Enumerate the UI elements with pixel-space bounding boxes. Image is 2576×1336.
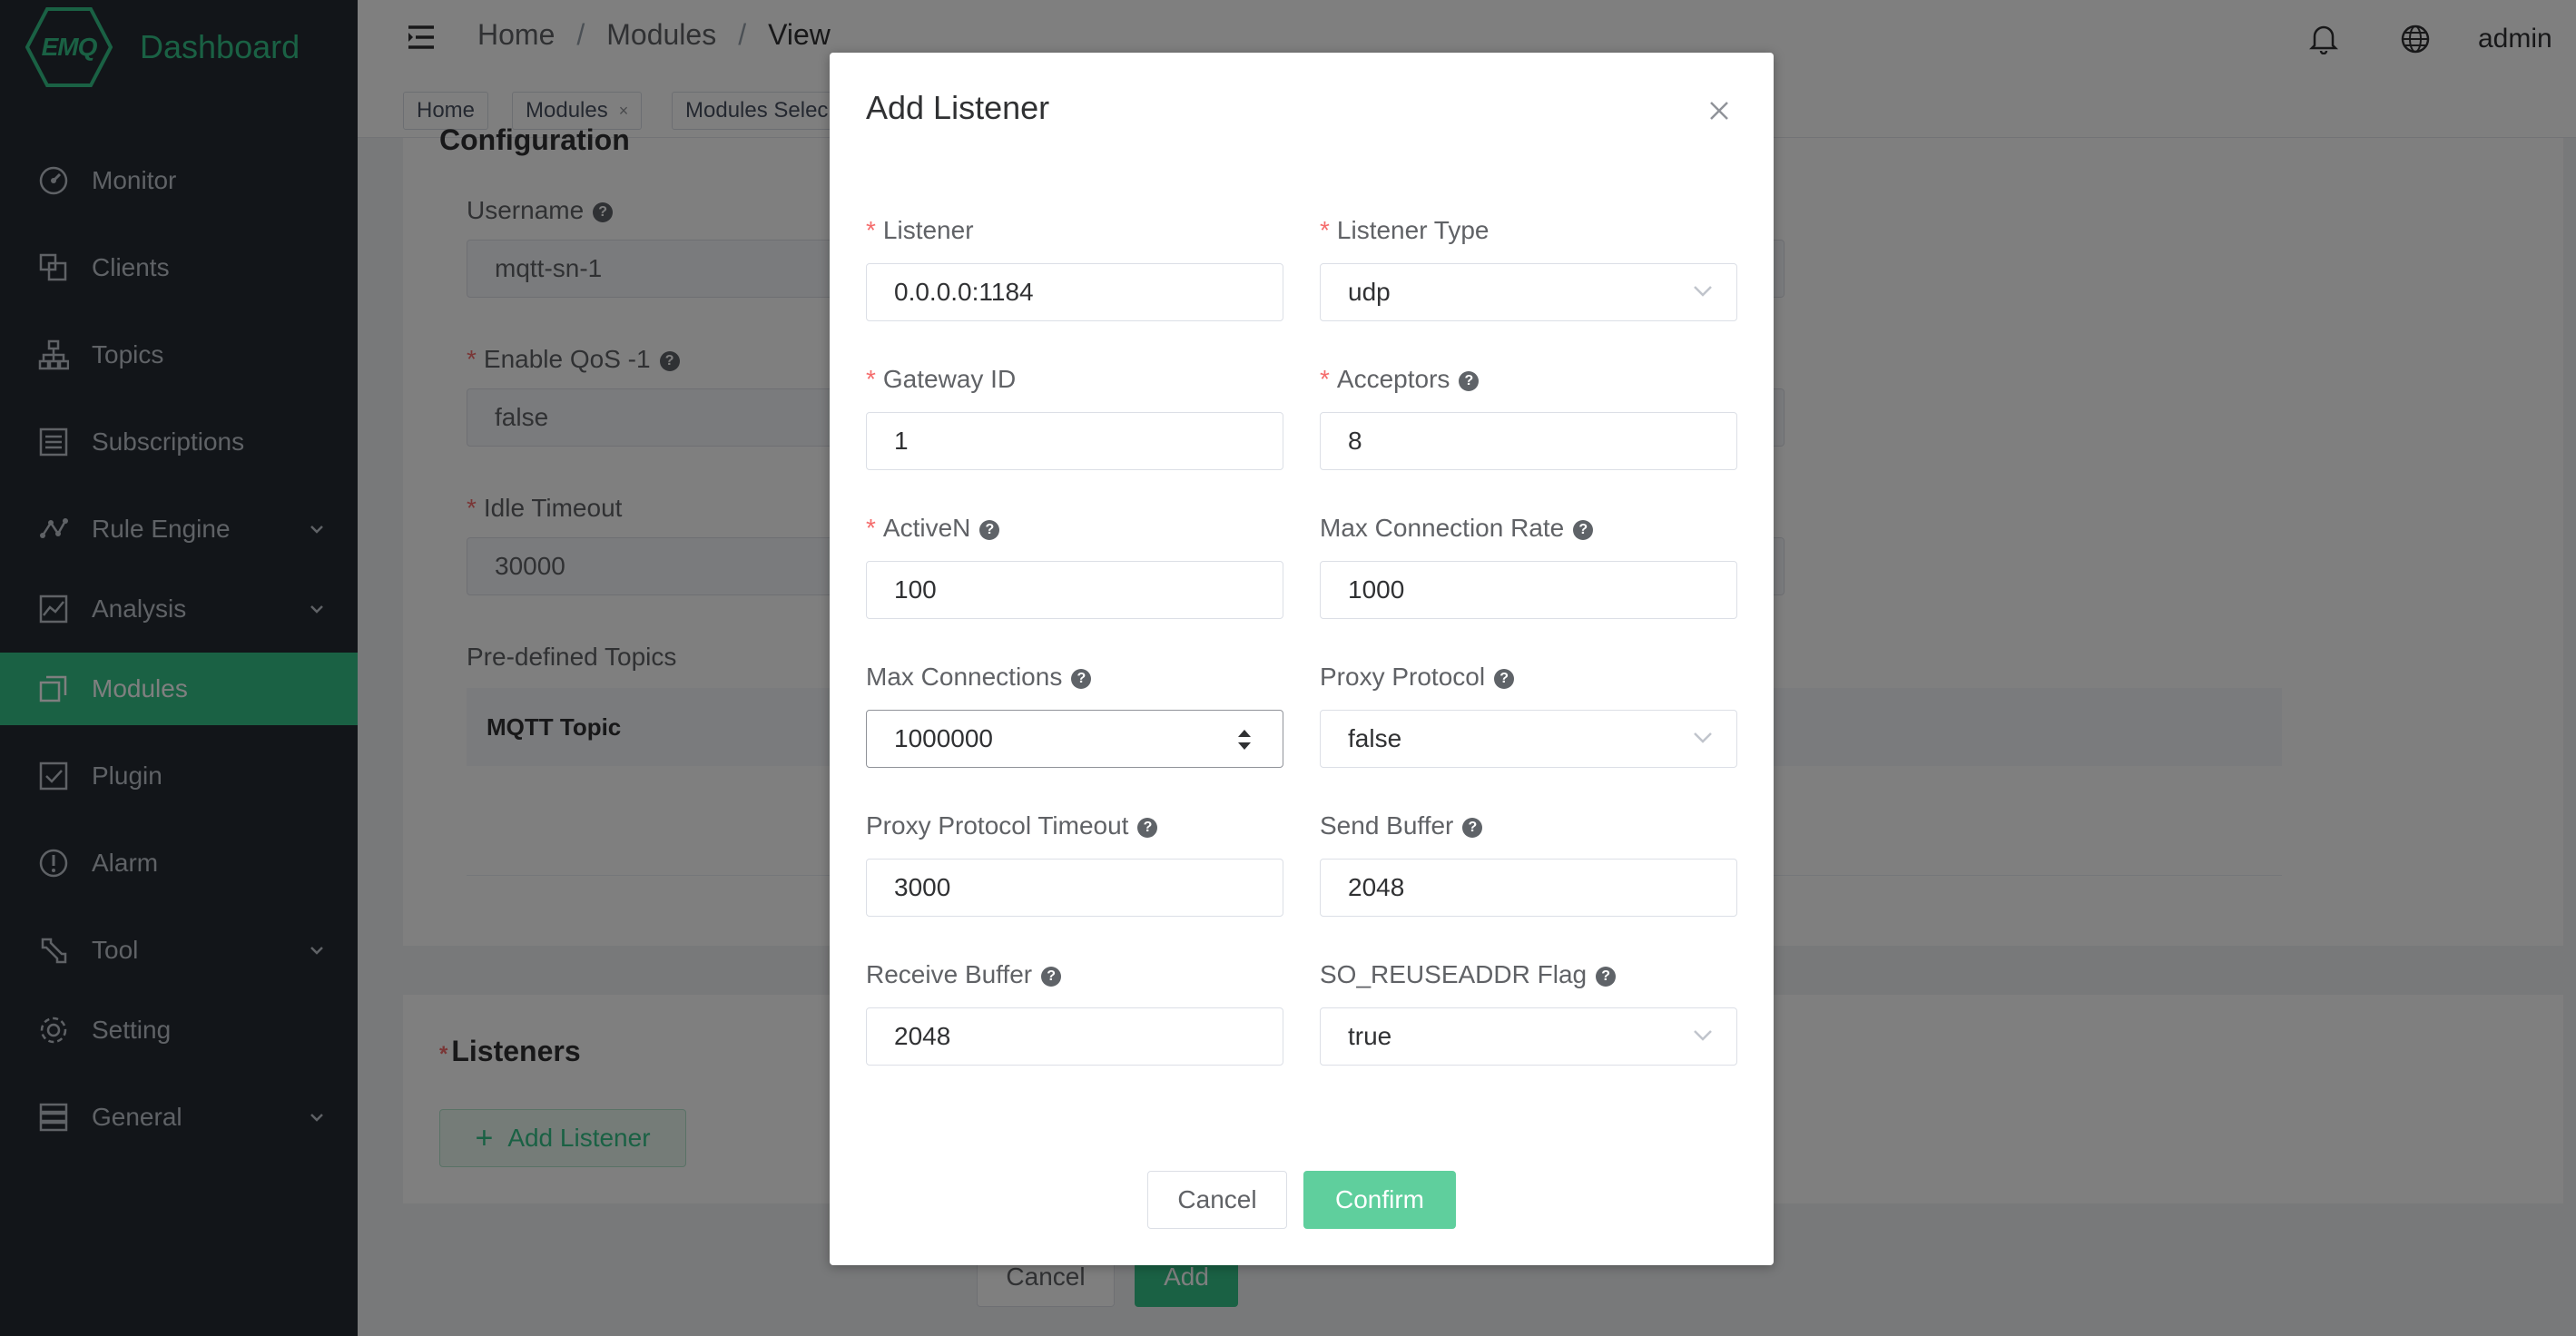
listener-value: 0.0.0.0:1184 (894, 278, 1034, 306)
receive-buffer-label-text: Receive Buffer (866, 960, 1033, 988)
activen-label-text: ActiveN (882, 514, 971, 542)
listener-type-value: udp (1348, 278, 1391, 306)
help-icon[interactable]: ? (1494, 668, 1515, 689)
help-icon[interactable]: ? (1137, 817, 1158, 838)
max-connection-rate-input[interactable]: 1000 (1320, 561, 1737, 619)
proxy-timeout-value: 3000 (894, 873, 951, 901)
send-buffer-label-text: Send Buffer (1320, 811, 1454, 840)
proxy-protocol-select[interactable]: false (1320, 710, 1737, 768)
listener-type-label: * Listener Type (1320, 216, 1490, 245)
gateway-id-value: 1 (894, 427, 909, 455)
max-connection-rate-label: Max Connection Rate? (1320, 514, 1594, 543)
required-mark: * (1320, 216, 1330, 244)
acceptors-input[interactable]: 8 (1320, 412, 1737, 470)
proxy-protocol-timeout-label: Proxy Protocol Timeout? (866, 811, 1158, 840)
app-root: EMQ Dashboard Monitor Clients Topics (0, 0, 2576, 1336)
chevron-down-icon (1694, 732, 1712, 743)
chevron-down-icon (1694, 286, 1712, 297)
add-listener-dialog: Add Listener * Listener 0.0.0.0:1184 * Lis… (830, 53, 1774, 1265)
so-reuseaddr-label: SO_REUSEADDR Flag? (1320, 960, 1617, 989)
listener-label: * Listener (866, 216, 974, 245)
send-buffer-value: 2048 (1348, 873, 1405, 901)
so-reuseaddr-value: true (1348, 1022, 1392, 1050)
send-buffer-input[interactable]: 2048 (1320, 859, 1737, 917)
proxy-protocol-label-text: Proxy Protocol (1320, 663, 1486, 691)
help-icon[interactable]: ? (979, 519, 1000, 540)
proxy-protocol-value: false (1348, 724, 1402, 752)
proxy-protocol-timeout-input[interactable]: 3000 (866, 859, 1283, 917)
chevron-down-icon (1694, 1030, 1712, 1041)
dialog-confirm-button[interactable]: Confirm (1303, 1171, 1456, 1229)
acceptors-label-text: Acceptors (1336, 365, 1450, 393)
so-reuseaddr-select[interactable]: true (1320, 1007, 1737, 1066)
help-icon[interactable]: ? (1596, 966, 1617, 987)
receive-buffer-input[interactable]: 2048 (866, 1007, 1283, 1066)
activen-label: * ActiveN? (866, 514, 1000, 543)
max-connections-input[interactable]: 1000000 (866, 710, 1283, 768)
dialog-title: Add Listener (866, 89, 1050, 126)
required-mark: * (866, 216, 876, 244)
help-icon[interactable]: ? (1462, 817, 1483, 838)
listener-input[interactable]: 0.0.0.0:1184 (866, 263, 1283, 321)
required-mark: * (866, 514, 876, 542)
listener-type-label-text: Listener Type (1336, 216, 1490, 244)
help-icon[interactable]: ? (1459, 370, 1480, 391)
max-connections-label: Max Connections? (866, 663, 1092, 692)
acceptors-label: * Acceptors? (1320, 365, 1480, 394)
receive-buffer-label: Receive Buffer? (866, 960, 1062, 989)
proxy-protocol-label: Proxy Protocol? (1320, 663, 1515, 692)
help-icon[interactable]: ? (1041, 966, 1062, 987)
help-icon[interactable]: ? (1071, 668, 1092, 689)
listener-type-select[interactable]: udp (1320, 263, 1737, 321)
max-connections-value: 1000000 (894, 724, 994, 752)
gateway-id-label: * Gateway ID (866, 365, 1016, 394)
listener-label-text: Listener (882, 216, 974, 244)
number-stepper-icon[interactable] (1235, 725, 1254, 754)
gateway-id-label-text: Gateway ID (882, 365, 1017, 393)
activen-value: 100 (894, 575, 937, 604)
max-connection-rate-label-text: Max Connection Rate (1320, 514, 1565, 542)
max-connections-label-text: Max Connections (866, 663, 1063, 691)
required-mark: * (1320, 365, 1330, 393)
gateway-id-input[interactable]: 1 (866, 412, 1283, 470)
close-icon[interactable] (1708, 100, 1730, 122)
max-connection-rate-value: 1000 (1348, 575, 1405, 604)
help-icon[interactable]: ? (1573, 519, 1594, 540)
dialog-cancel-button[interactable]: Cancel (1147, 1171, 1287, 1229)
activen-input[interactable]: 100 (866, 561, 1283, 619)
proxy-timeout-label-text: Proxy Protocol Timeout (866, 811, 1129, 840)
so-reuseaddr-label-text: SO_REUSEADDR Flag (1320, 960, 1588, 988)
send-buffer-label: Send Buffer? (1320, 811, 1483, 840)
receive-buffer-value: 2048 (894, 1022, 951, 1050)
required-mark: * (866, 365, 876, 393)
acceptors-value: 8 (1348, 427, 1362, 455)
